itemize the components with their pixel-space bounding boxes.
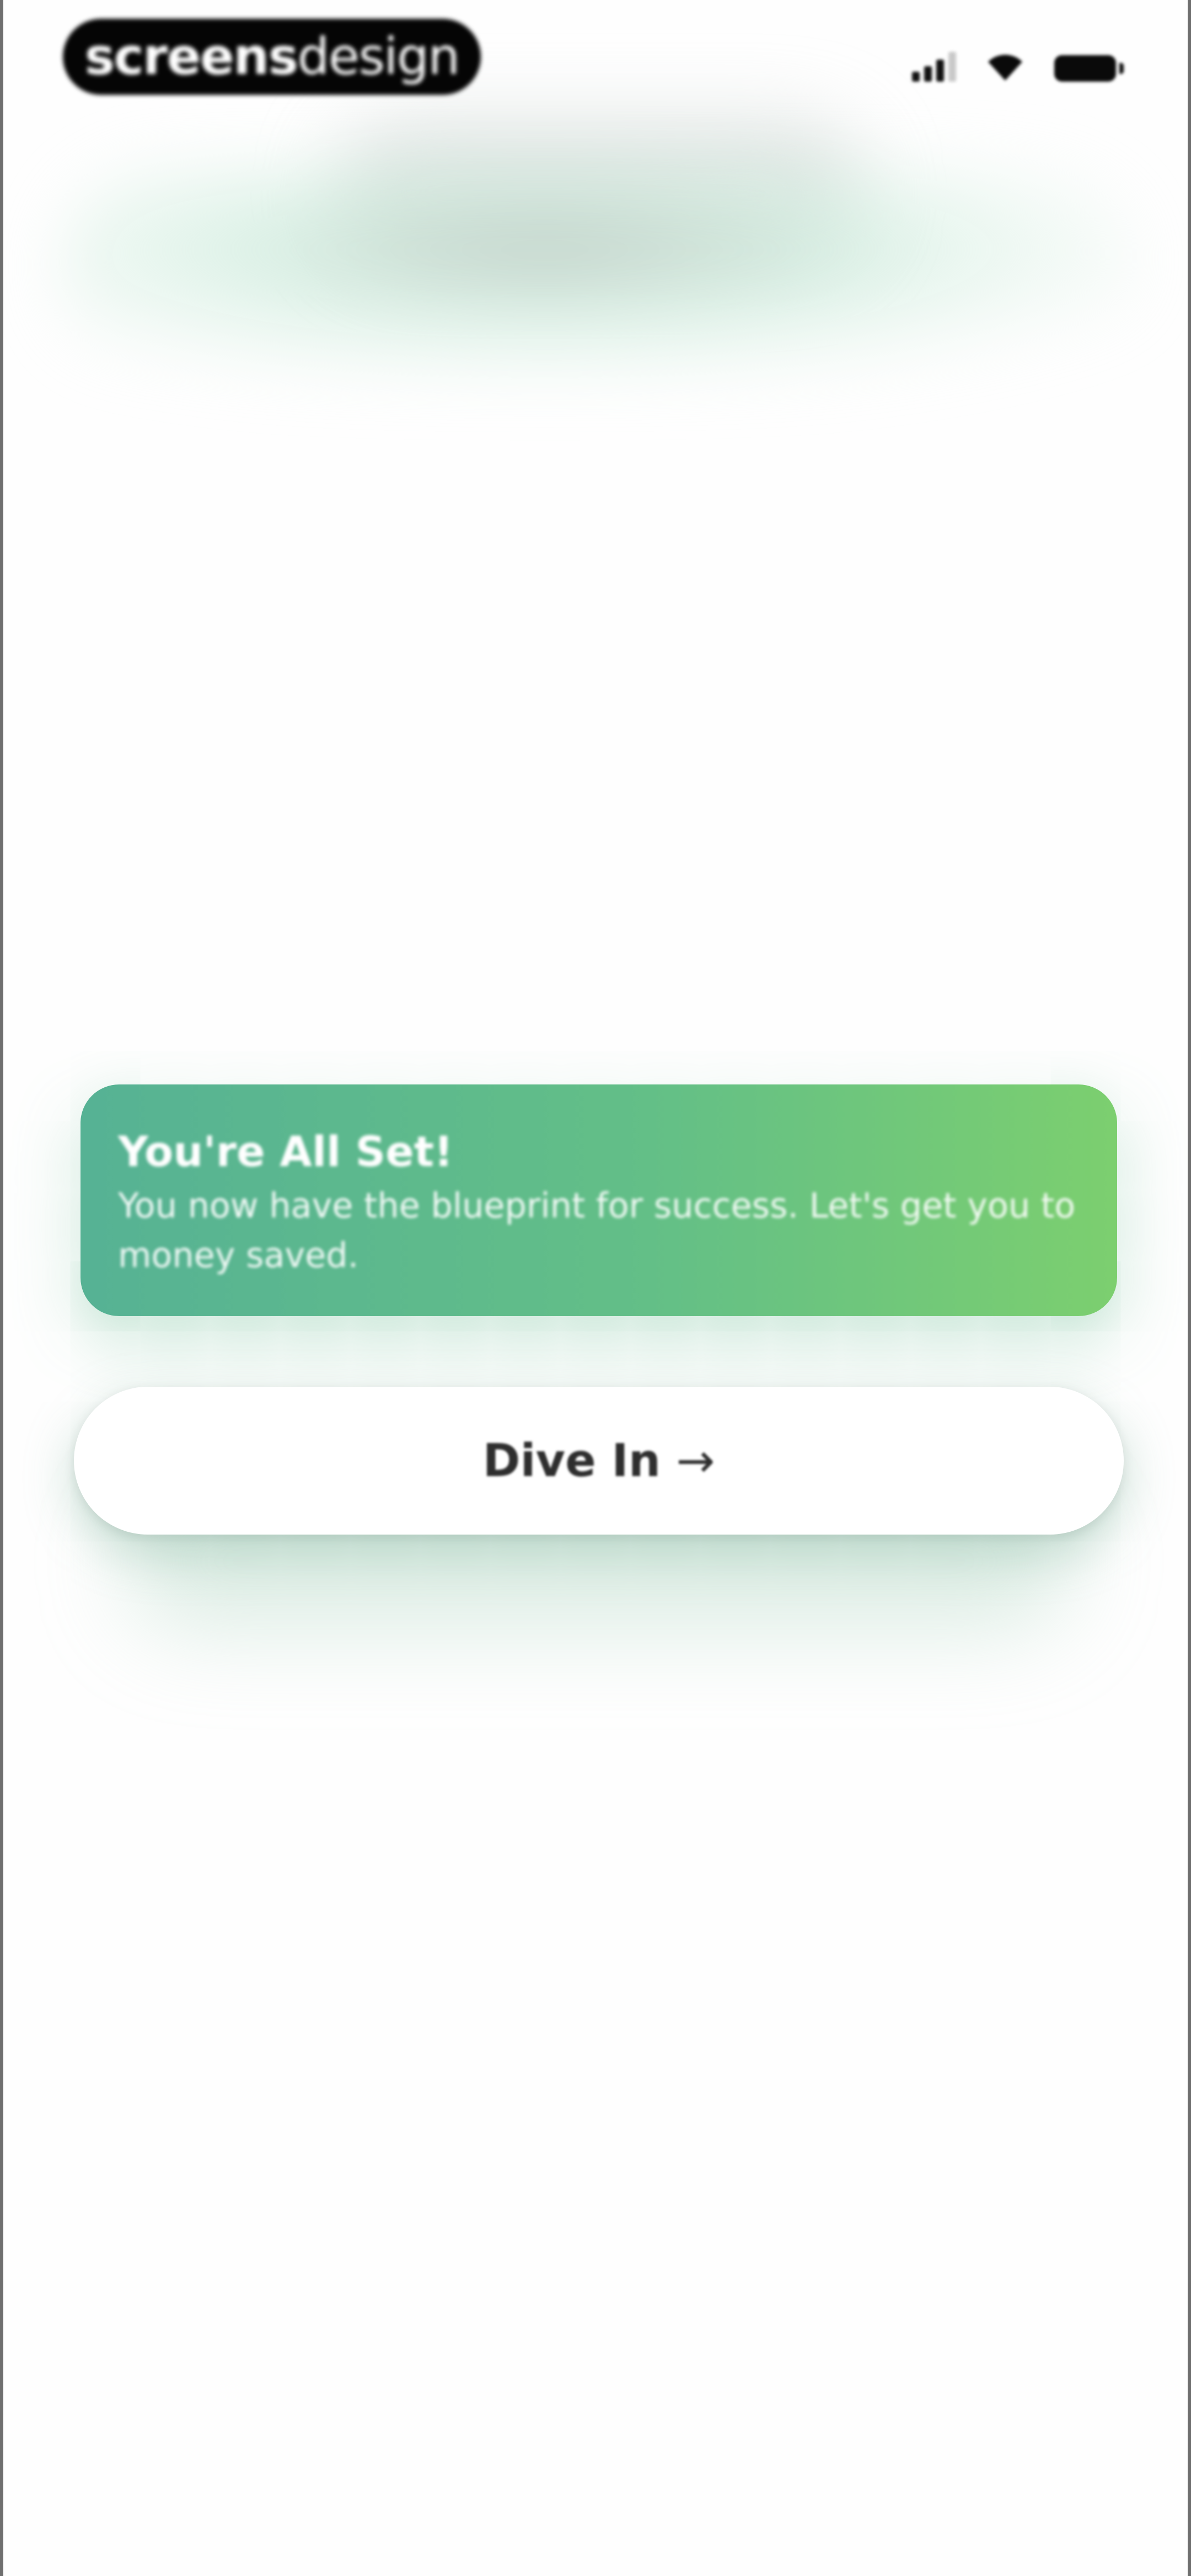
screensdesign-watermark: screens design bbox=[63, 19, 481, 95]
status-bar bbox=[912, 51, 1124, 82]
battery-icon bbox=[1054, 55, 1124, 82]
card-body-text: You now have the blueprint for success. … bbox=[118, 1185, 1076, 1276]
dive-in-button[interactable]: Dive In → bbox=[74, 1387, 1124, 1535]
arrow-right-icon: → bbox=[676, 1434, 715, 1488]
success-card: You're All Set! You now have the bluepri… bbox=[81, 1084, 1117, 1316]
watermark-bold-text: screens bbox=[84, 27, 299, 86]
card-title: You're All Set! bbox=[118, 1127, 453, 1176]
signal-icon bbox=[912, 51, 956, 82]
wifi-icon bbox=[986, 52, 1024, 82]
watermark-light-text: design bbox=[297, 27, 460, 86]
app-screen: screens design You're All Set! You now ha… bbox=[0, 0, 1191, 2576]
dive-in-label: Dive In bbox=[482, 1434, 661, 1487]
header-glow bbox=[58, 165, 1139, 375]
